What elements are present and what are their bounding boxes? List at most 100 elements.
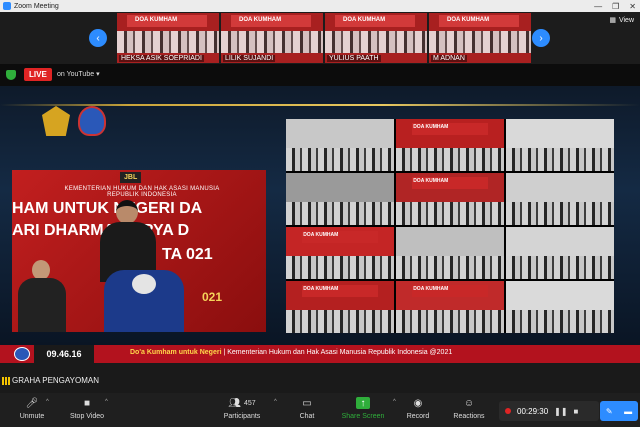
zoom-window: Zoom Meeting — ❐ ✕ ‹ DOA KUMHAM HEKSA AS… [0,0,640,427]
tile-participants [396,255,504,279]
exit-fullscreen-icon[interactable]: ▬ [624,407,632,416]
participant-thumbnail[interactable]: DOA KUMHAM M ADNAN [429,13,531,63]
zoom-app-icon [3,2,11,10]
video-feed [221,31,323,53]
tile-participants [396,309,504,333]
stop-video-button[interactable]: ■ Stop Video [55,397,119,425]
news-ticker: 09.46.16 Do'a Kumham untuk Negeri | Keme… [0,345,640,363]
ticker-headline: Do'a Kumham untuk Negeri [130,349,222,356]
banner-text: DOA KUMHAM [343,17,386,23]
jbl-logo: JBL [120,172,142,183]
banner-text: DOA KUMHAM [135,17,178,23]
screen-headline-3: TA 021 [162,246,213,263]
live-bar: LIVE on YouTube ▾ [0,64,640,86]
chat-button[interactable]: ▭ Chat [275,397,339,425]
video-options-caret[interactable]: ^ [105,399,108,405]
close-button[interactable]: ✕ [629,2,636,11]
unmute-label: Unmute [19,413,45,420]
tile-banner: DOA KUMHAM [412,285,488,297]
tile-background [396,227,504,256]
video-tile[interactable] [506,281,614,333]
grid-view-icon: ▦ [609,17,616,24]
tile-background [506,119,614,148]
chat-bubble-icon: ▭ [302,397,312,409]
participant-name: HEKSA ASIK SOEPRIADI [119,55,204,62]
tile-participants [286,201,394,225]
title-bar: Zoom Meeting — ❐ ✕ [0,0,640,12]
video-tile[interactable]: DOA KUMHAM [396,281,504,333]
tile-banner: DOA KUMHAM [412,177,488,189]
participant-video-grid: DOA KUMHAM DOA KUMHAM DOA KUMHAM DOA KUMHAM… [286,119,614,333]
participant-thumbnail[interactable]: DOA KUMHAM YULIUS PAATH [325,13,427,63]
reactions-button[interactable]: ☺ Reactions [437,397,501,425]
kemenkumham-logo [42,106,70,136]
participants-icon: 👥︎ [228,397,241,409]
video-tile[interactable]: DOA KUMHAM [396,119,504,171]
video-tile[interactable]: DOA KUMHAM [286,281,394,333]
active-speaker-bar: GRAHA PENGAYOMAN [0,363,640,393]
video-tile[interactable] [396,227,504,279]
video-feed [117,31,219,53]
podium-emblem [132,274,156,294]
tile-participants [506,201,614,225]
tile-background [286,173,394,202]
video-tile[interactable] [286,173,394,225]
next-page-button[interactable]: › [532,29,550,47]
record-label: Record [406,413,430,420]
audio-level-icon [2,377,10,385]
chevron-right-icon: › [539,32,543,44]
video-tile[interactable] [506,119,614,171]
reactions-icon: ☺ [463,397,475,409]
security-shield-icon[interactable] [6,70,16,80]
minimize-button[interactable]: — [594,2,602,11]
participant-thumbnail[interactable]: DOA KUMHAM HEKSA ASIK SOEPRIADI [117,13,219,63]
recording-indicator: 00:29:30 ❚❚ ■ [499,401,599,421]
window-title: Zoom Meeting [14,2,59,10]
chat-label: Chat [299,413,315,420]
live-platform-label: on YouTube [57,71,95,78]
tile-background [506,281,614,310]
video-feed [325,31,427,53]
live-platform-dropdown[interactable]: on YouTube ▾ [57,70,100,78]
annotate-icon[interactable]: ✎ [606,407,613,416]
video-tile[interactable] [506,173,614,225]
share-screen-label: Share Screen [341,413,385,420]
stop-video-label: Stop Video [69,413,105,420]
recording-timer: 00:29:30 [517,406,549,416]
speaker-head [116,200,138,224]
audio-options-caret[interactable]: ^ [46,399,49,405]
video-tile[interactable] [286,119,394,171]
guest-body [18,278,66,332]
pause-recording-button[interactable]: ❚❚ [554,407,567,416]
tile-background [506,173,614,202]
ticker-text: Do'a Kumham untuk Negeri | Kementerian H… [130,349,452,356]
video-feed [429,31,531,53]
video-camera-icon: ■ [83,397,91,409]
participants-count: 457 [244,399,256,407]
stage-screen: JBL KEMENTERIAN HUKUM DAN HAK ASASI MANU… [12,170,266,332]
participants-button[interactable]: 👥︎ 457 Participants [210,397,274,425]
maximize-button[interactable]: ❐ [612,2,619,11]
annotate-controls: ✎ ▬ [600,401,638,421]
record-icon: ◉ [413,397,423,409]
stop-recording-button[interactable]: ■ [574,407,579,416]
chevron-left-icon: ‹ [96,32,100,44]
view-button[interactable]: ▦ View [609,16,634,25]
live-badge[interactable]: LIVE [24,68,52,81]
tile-background [506,227,614,256]
pengayoman-logo [78,106,106,136]
video-tile[interactable]: DOA KUMHAM [286,227,394,279]
ticker-logo [14,347,30,361]
participant-thumbnail[interactable]: DOA KUMHAM LILIK SUJANDI [221,13,323,63]
shared-video-stage: JBL KEMENTERIAN HUKUM DAN HAK ASASI MANU… [0,86,640,345]
reactions-label: Reactions [453,413,485,420]
ministry-subtitle: KEMENTERIAN HUKUM DAN HAK ASASI MANUSIA … [64,186,220,198]
caret-down-icon: ▾ [96,71,100,78]
tile-participants [286,255,394,279]
prev-page-button[interactable]: ‹ [89,29,107,47]
screen-headline-1: HAM UNTUK NEGERI DA [12,200,203,217]
participant-name: LILIK SUJANDI [223,55,276,62]
tile-participants [396,147,504,171]
video-tile[interactable] [506,227,614,279]
video-tile[interactable]: DOA KUMHAM [396,173,504,225]
